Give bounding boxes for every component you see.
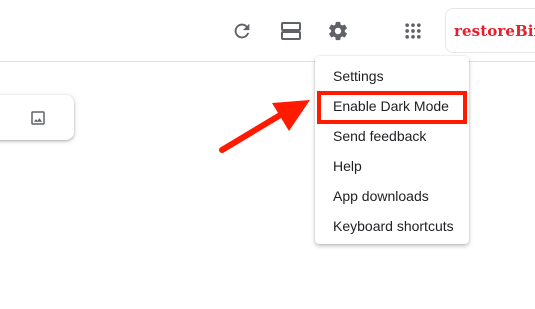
list-view-button[interactable] — [273, 13, 309, 49]
image-icon — [31, 111, 45, 125]
pointer-arrow-icon — [219, 100, 310, 153]
highlight-box — [317, 91, 467, 124]
take-note-card[interactable] — [0, 95, 74, 140]
refresh-button[interactable] — [224, 13, 260, 49]
settings-button[interactable] — [320, 13, 356, 49]
apps-button[interactable] — [395, 13, 431, 49]
settings-menu: Settings Enable Dark Mode Send feedback … — [315, 56, 469, 244]
menu-item-help[interactable]: Help — [315, 151, 469, 181]
new-note-with-image-button[interactable] — [28, 108, 48, 128]
menu-item-send-feedback[interactable]: Send feedback — [315, 121, 469, 151]
brand-label: restoreBin — [454, 21, 535, 40]
apps-grid-icon — [405, 23, 421, 39]
menu-item-keyboard-shortcuts[interactable]: Keyboard shortcuts — [315, 211, 469, 241]
gear-icon — [329, 21, 347, 41]
menu-item-app-downloads[interactable]: App downloads — [315, 181, 469, 211]
top-toolbar: restoreBin — [0, 0, 535, 62]
brand-logo[interactable]: restoreBin — [445, 8, 535, 53]
refresh-icon — [234, 23, 250, 39]
menu-item-settings[interactable]: Settings — [315, 61, 469, 91]
list-view-icon — [281, 22, 301, 40]
